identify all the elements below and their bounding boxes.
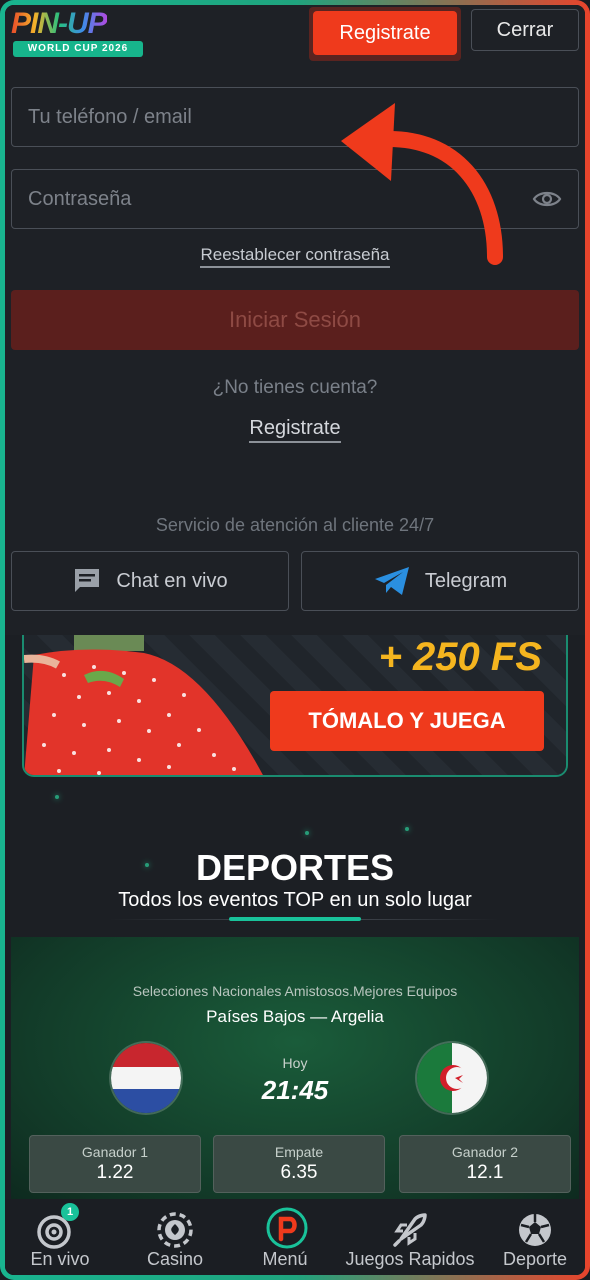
nav-item-juegos-rapidos[interactable]: Juegos Rapidos <box>335 1199 485 1275</box>
top-header: PIN-UP WORLD CUP 2026 Registrate Cerrar <box>5 5 585 65</box>
app-content: PIN-UP WORLD CUP 2026 Registrate Cerrar … <box>5 5 585 1275</box>
odd-label: Ganador 2 <box>451 1144 519 1160</box>
login-button[interactable]: Iniciar Sesión <box>11 290 579 350</box>
nav-label: Juegos Rapidos <box>345 1249 475 1269</box>
match-teams: Países Bajos — Argelia <box>206 1007 384 1026</box>
register-link-row: Registrate <box>5 417 585 443</box>
match-card[interactable]: Selecciones Nacionales Amistosos.Mejores… <box>11 937 579 1199</box>
logo[interactable]: PIN-UP WORLD CUP 2026 <box>11 7 143 61</box>
register-link[interactable]: Registrate <box>249 417 341 443</box>
nav-label: Casino <box>146 1249 204 1269</box>
odd-value: 6.35 <box>280 1162 318 1183</box>
nav-item-menu[interactable]: Menú <box>235 1199 335 1275</box>
register-button[interactable]: Registrate <box>313 11 457 55</box>
nav-label: Deporte <box>502 1249 568 1269</box>
telegram-label: Telegram <box>424 569 508 592</box>
deportes-title: DEPORTES <box>195 847 395 888</box>
odd-value: 12.1 <box>466 1162 504 1183</box>
bottom-navigation: 1 En vivo Casino Menú Juegos Rapidos Dep… <box>5 1199 585 1275</box>
nav-label: Menú <box>262 1249 308 1269</box>
promo-banner[interactable]: + 250 FS TÓMALO Y JUEGA <box>22 635 568 777</box>
casino-chip-icon <box>157 1212 193 1248</box>
live-badge: 1 <box>61 1203 79 1221</box>
close-button[interactable]: Cerrar <box>471 9 579 51</box>
glow-dot <box>305 831 309 835</box>
logo-badge: WORLD CUP 2026 <box>13 41 143 57</box>
odd-value: 1.22 <box>96 1162 134 1183</box>
eye-icon[interactable] <box>532 188 562 210</box>
rocket-icon <box>393 1213 427 1247</box>
app-frame: PIN-UP WORLD CUP 2026 Registrate Cerrar … <box>0 0 590 1280</box>
odd-draw[interactable]: Empate 6.35 <box>213 1135 385 1193</box>
section-indicator <box>229 917 361 921</box>
curved-arrow-icon <box>341 103 503 265</box>
algeria-flag-icon <box>417 1043 487 1113</box>
no-account-text: ¿No tienes cuenta? <box>212 377 378 398</box>
telegram-button[interactable]: Telegram <box>301 551 579 611</box>
match-day: Hoy <box>282 1055 308 1071</box>
deportes-subtitle: Todos los eventos TOP en un solo lugar <box>118 889 472 911</box>
odd-away-win[interactable]: Ganador 2 12.1 <box>399 1135 571 1193</box>
register-button-wrap: Registrate <box>309 7 461 61</box>
odd-label: Empate <box>274 1144 324 1160</box>
league-name: Selecciones Nacionales Amistosos.Mejores… <box>132 983 458 999</box>
soccer-ball-icon <box>519 1214 551 1246</box>
glow-dot <box>55 795 59 799</box>
pinup-girl-illustration <box>24 635 263 775</box>
odd-home-win[interactable]: Ganador 1 1.22 <box>29 1135 201 1193</box>
telegram-icon <box>374 567 409 595</box>
chat-icon <box>75 569 100 592</box>
pinup-logo-icon <box>266 1207 308 1249</box>
live-chat-label: Chat en vivo <box>116 569 228 592</box>
free-spins-text: + 250 FS <box>378 635 542 679</box>
nav-label: En vivo <box>30 1249 90 1269</box>
logo-text: PIN-UP <box>11 7 108 40</box>
nav-item-casino[interactable]: Casino <box>115 1199 235 1275</box>
take-and-play-button[interactable]: TÓMALO Y JUEGA <box>270 691 544 751</box>
odd-label: Ganador 1 <box>81 1144 149 1160</box>
nav-item-deporte[interactable]: Deporte <box>485 1199 585 1275</box>
match-time: 21:45 <box>261 1075 329 1105</box>
nav-item-en-vivo[interactable]: 1 En vivo <box>5 1199 115 1275</box>
support-text: Servicio de atención al cliente 24/7 <box>155 515 435 535</box>
live-chat-button[interactable]: Chat en vivo <box>11 551 289 611</box>
glow-dot <box>405 827 409 831</box>
password-placeholder: Contraseña <box>28 188 132 210</box>
